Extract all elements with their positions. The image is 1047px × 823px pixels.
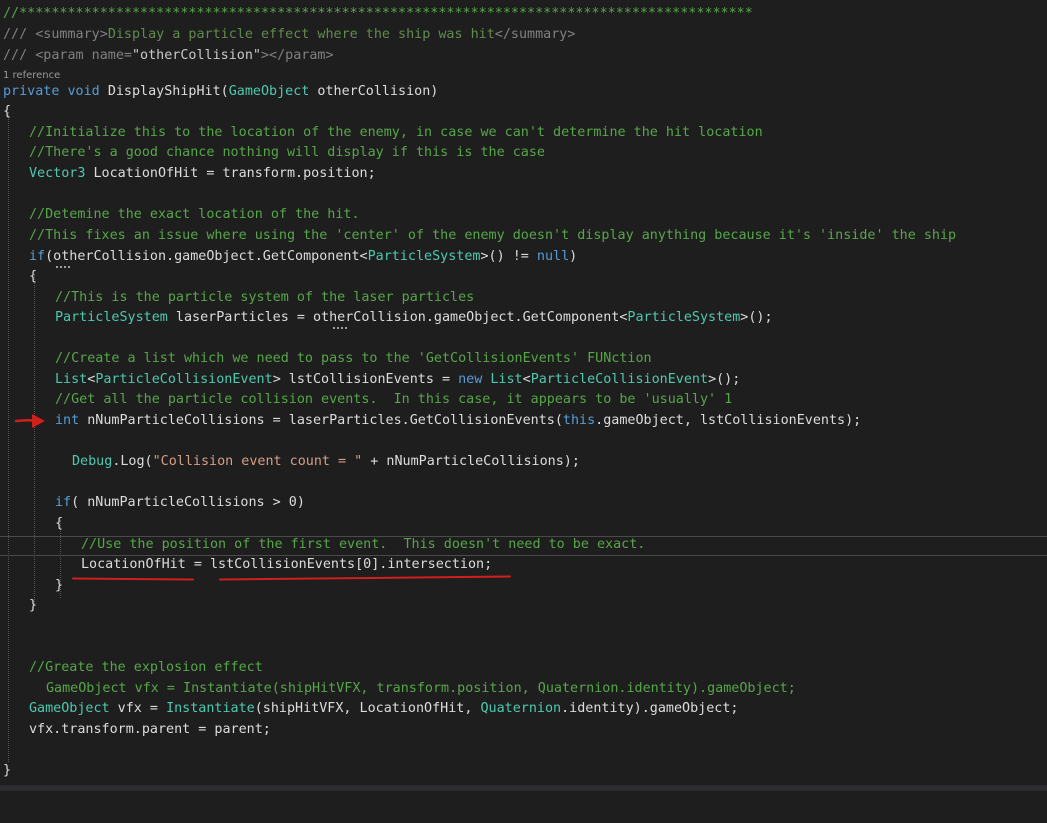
doc-tag-open: <summary> (35, 27, 108, 42)
statement: LocationOfHit = transform.position; (85, 166, 376, 181)
keyword-this: this (562, 413, 596, 428)
comment: //Initialize this to the location of the… (29, 125, 763, 140)
code-line-28: } (0, 576, 1047, 597)
code-line-27: LocationOfHit = lstCollisionEvents[0].in… (0, 555, 1047, 576)
close-brace: } (3, 763, 12, 778)
comment: //Get all the particle collision events.… (55, 392, 733, 407)
doc-param-tag: <param name= (35, 48, 132, 63)
code-line-11: //This fixes an issue where using the 'c… (0, 226, 1047, 247)
code-line-6: //Initialize this to the location of the… (0, 123, 1047, 144)
code-line-3: /// <param name="otherCollision"></param… (0, 46, 1047, 67)
code-line-17: //Create a list which we need to pass to… (0, 349, 1047, 370)
code-line-29: } (0, 596, 1047, 617)
type-gameobject: GameObject (228, 84, 310, 99)
code-editor[interactable]: //**************************************… (0, 0, 1047, 791)
code-line-15: ParticleSystem laserParticles = otherCol… (0, 308, 1047, 329)
string-literal: "Collision event count = " (152, 454, 363, 469)
suggestion-squiggle[interactable] (333, 324, 347, 329)
type-particlecollisionevent: ParticleCollisionEvent (530, 372, 709, 387)
assignment-statement: LocationOfHit = lstCollisionEvents[0].in… (81, 557, 493, 572)
close-brace: } (29, 598, 38, 613)
keyword-if: if (55, 495, 72, 510)
code-line-7: //There's a good chance nothing will dis… (0, 143, 1047, 164)
separator-comment: //**************************************… (3, 6, 753, 21)
type-vector3: Vector3 (29, 166, 86, 181)
doc-param-close: ></param> (261, 48, 334, 63)
comment: //Greate the explosion effect (29, 660, 263, 675)
statement: nNumParticleCollisions = laserParticles.… (79, 413, 563, 428)
comment: //Create a list which we need to pass to… (55, 351, 652, 366)
code-line-22: Debug.Log("Collision event count = " + n… (72, 454, 580, 469)
keyword-null: null (536, 249, 570, 264)
code-line-2: /// <summary>Display a particle effect w… (0, 25, 1047, 46)
expression: >() != (480, 249, 537, 264)
method-name: DisplayShipHit( (107, 84, 229, 99)
code-line-18: List<ParticleCollisionEvent> lstCollisio… (55, 372, 741, 387)
type-debug: Debug (72, 454, 113, 469)
comment: //Detemine the exact location of the hit… (29, 207, 360, 222)
open-brace: { (29, 269, 38, 284)
statement: >(); (740, 310, 773, 325)
code-line-19: //Get all the particle collision events.… (0, 390, 1047, 411)
close-brace: } (55, 578, 64, 593)
comment: //Use the position of the first event. T… (81, 537, 646, 552)
code-line-26: //Use the position of the first event. T… (0, 535, 1047, 556)
open-brace: { (3, 104, 12, 119)
type-particlesystem: ParticleSystem (627, 310, 741, 325)
code-line-12: if(otherCollision.gameObject.GetComponen… (0, 247, 1047, 268)
commented-code: GameObject vfx = Instantiate(shipHitVFX,… (46, 681, 796, 696)
expression: (otherCollision.gameObject.GetComponent< (45, 249, 368, 264)
type-particlecollisionevent: ParticleCollisionEvent (95, 372, 273, 387)
comment: //There's a good chance nothing will dis… (29, 145, 545, 160)
expression: ) (569, 249, 578, 264)
type-particlesystem: ParticleSystem (367, 249, 481, 264)
comment: //This is the particle system of the las… (55, 290, 475, 305)
code-line-method-signature: private void DisplayShipHit(GameObject o… (0, 82, 1047, 103)
statement: vfx.transform.parent = parent; (29, 722, 271, 737)
code-line-13: { (0, 267, 1047, 288)
editor-bottom-bar (0, 785, 1047, 791)
type-particlesystem: ParticleSystem (55, 310, 168, 325)
doc-tag-close: </summary> (494, 27, 576, 42)
code-line-10: //Detemine the exact location of the hit… (0, 205, 1047, 226)
code-line-24: if( nNumParticleCollisions > 0) (0, 493, 1047, 514)
comment: //This fixes an issue where using the 'c… (29, 228, 957, 243)
code-line-33: GameObject vfx = Instantiate(shipHitVFX,… (0, 679, 1047, 700)
keyword-new: new (458, 372, 483, 387)
condition: ( nNumParticleCollisions > 0) (71, 495, 305, 510)
type-gameobject: GameObject (29, 701, 110, 716)
code-line-37: } (0, 761, 1047, 782)
keyword-int: int (55, 413, 80, 428)
type-quaternion: Quaternion (480, 701, 562, 716)
statement: .gameObject, lstCollisionEvents); (595, 413, 862, 428)
reference-codelens[interactable]: 1 reference (3, 69, 60, 83)
keyword-private: private (3, 84, 60, 99)
code-line-25: { (0, 514, 1047, 535)
statement: laserParticles = otherCollision.gameObje… (167, 310, 628, 325)
open-brace: { (55, 516, 64, 531)
code-line-20: int nNumParticleCollisions = laserPartic… (0, 411, 1047, 432)
code-line-8: Vector3 LocationOfHit = transform.positi… (0, 164, 1047, 185)
code-line-1: //**************************************… (0, 4, 1047, 25)
doc-slashes: /// (3, 27, 36, 42)
doc-summary-text: Display a particle effect where the ship… (107, 27, 495, 42)
param-name: otherCollision) (309, 84, 439, 99)
doc-param-value: "otherCollision" (132, 48, 261, 63)
method-instantiate: Instantiate (166, 701, 255, 716)
keyword-void: void (67, 84, 100, 99)
type-list: List (490, 372, 523, 387)
code-line-32: //Greate the explosion effect (0, 658, 1047, 679)
code-line-34: GameObject vfx = Instantiate(shipHitVFX,… (29, 701, 739, 716)
keyword-if: if (29, 249, 46, 264)
type-list: List (55, 372, 88, 387)
code-line-35: vfx.transform.parent = parent; (0, 720, 1047, 741)
code-line-5: { (0, 102, 1047, 123)
code-line-14: //This is the particle system of the las… (0, 288, 1047, 309)
doc-slashes: /// (3, 48, 36, 63)
